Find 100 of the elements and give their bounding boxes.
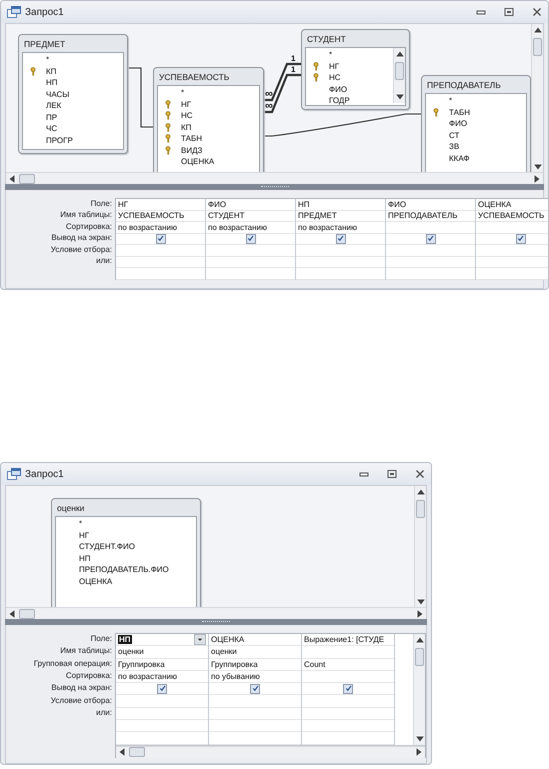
scroll-up-icon[interactable] xyxy=(533,25,543,35)
field-name[interactable]: * xyxy=(76,519,82,528)
grid-cell[interactable]: ФИО xyxy=(206,199,295,210)
grid-cell[interactable]: ОЦЕНКА xyxy=(476,199,548,210)
field-name[interactable]: СТ xyxy=(446,130,460,140)
field-name[interactable]: КП xyxy=(178,122,192,132)
scrollbar-thumb[interactable] xyxy=(416,500,425,518)
grid-cell[interactable] xyxy=(302,683,394,696)
grid-cell[interactable]: НП xyxy=(296,199,385,210)
field-name[interactable]: ЧАСЫ xyxy=(43,90,70,99)
field-name[interactable]: КП xyxy=(43,66,56,76)
grid-cell[interactable]: ПРЕДМЕТ xyxy=(296,210,385,222)
grid-cell[interactable]: ОЦЕНКА xyxy=(209,634,301,646)
field-name[interactable]: ЧС xyxy=(43,124,58,134)
grid-cell[interactable] xyxy=(476,234,548,245)
grid-cell[interactable] xyxy=(116,683,208,696)
grid-cell[interactable]: по возрастанию xyxy=(206,222,295,234)
grid-cell[interactable] xyxy=(386,234,475,245)
grid-cell[interactable] xyxy=(116,234,205,245)
grid-cell[interactable]: Count xyxy=(302,658,394,671)
vertical-scrollbar[interactable] xyxy=(413,634,425,745)
grid-cell[interactable]: НГ xyxy=(116,199,205,210)
field-name[interactable]: НС xyxy=(178,111,193,120)
scrollbar-thumb[interactable] xyxy=(129,747,145,758)
checkbox[interactable] xyxy=(336,234,346,244)
field-name[interactable]: ОЦЕНКА xyxy=(178,157,214,166)
field-name[interactable]: НГ xyxy=(178,100,192,109)
grid-cell[interactable] xyxy=(206,234,295,245)
field-name[interactable]: ГОДР xyxy=(326,96,350,105)
scroll-down-icon[interactable] xyxy=(415,734,425,744)
restore-icon[interactable] xyxy=(387,469,397,479)
grid-cell[interactable] xyxy=(209,683,301,696)
scroll-left-icon[interactable] xyxy=(117,747,127,758)
field-name[interactable]: НП xyxy=(43,78,58,88)
field-name[interactable]: НГ xyxy=(76,530,90,540)
scrollbar-thumb[interactable] xyxy=(533,38,542,56)
field-name[interactable]: ОЦЕНКА xyxy=(76,576,112,586)
field-name[interactable]: НП xyxy=(76,554,91,563)
field-name[interactable]: ВИДЗ xyxy=(178,146,202,155)
field-name[interactable]: ТАБН xyxy=(446,108,470,117)
scroll-up-icon[interactable] xyxy=(416,487,426,497)
field-name[interactable]: ПР xyxy=(43,112,58,122)
scrollbar-thumb[interactable] xyxy=(415,648,424,666)
field-name[interactable]: ПРОГР xyxy=(43,136,73,145)
table-box[interactable]: СТУДЕНТ * НГ НС ФИО ГОДР xyxy=(301,29,410,110)
restore-icon[interactable] xyxy=(504,7,514,17)
field-name[interactable]: ККАФ xyxy=(446,154,470,163)
field-name[interactable]: СТУДЕНТ.ФИО xyxy=(76,542,135,552)
close-icon[interactable] xyxy=(532,7,542,17)
scroll-right-icon[interactable] xyxy=(414,747,424,758)
field-name[interactable]: ПРЕПОДАВАТЕЛЬ.ФИО xyxy=(76,565,169,574)
field-name[interactable]: * xyxy=(446,96,452,106)
checkbox[interactable] xyxy=(157,684,167,694)
grid-cell[interactable]: СТУДЕНТ xyxy=(206,210,295,222)
field-name[interactable]: ЛЕК xyxy=(43,101,62,110)
grid-cell[interactable]: УСПЕВАЕМОСТЬ xyxy=(116,210,205,222)
field-name[interactable]: НГ xyxy=(326,62,340,71)
field-name[interactable]: ТАБН xyxy=(178,134,202,144)
grid-cell[interactable]: Группировка xyxy=(209,658,301,671)
scroll-up-icon[interactable] xyxy=(415,635,425,645)
field-name[interactable]: ФИО xyxy=(446,119,468,128)
table-box[interactable]: ПРЕПОДАВАТЕЛЬ * ТАБН ФИО СТ ЗВ ККАФ xyxy=(421,75,531,172)
scrollbar-thumb[interactable] xyxy=(19,608,35,618)
field-name[interactable]: ЗВ xyxy=(446,142,460,152)
grid-cell[interactable]: ФИО xyxy=(386,199,475,210)
scrollbar-thumb[interactable] xyxy=(19,174,35,184)
grid-cell[interactable]: Группировка xyxy=(116,658,208,671)
field-name[interactable]: * xyxy=(178,88,184,98)
checkbox[interactable] xyxy=(343,684,353,694)
grid-cell[interactable]: УСПЕВАЕМОСТЬ xyxy=(476,210,548,222)
grid-cell[interactable]: по возрастанию xyxy=(116,222,205,234)
table-box[interactable]: оценки * НГ СТУДЕНТ.ФИО НП ПРЕПОДАВАТЕЛЬ.ФИО ОЦЕНКА xyxy=(51,498,201,607)
checkbox[interactable] xyxy=(250,684,260,694)
horizontal-scrollbar[interactable] xyxy=(6,172,543,184)
vertical-scrollbar[interactable] xyxy=(414,486,426,608)
table-box[interactable]: ПРЕДМЕТ * КП НП ЧАСЫ ЛЕК ПР ЧС ПРОГР xyxy=(18,34,128,154)
field-name[interactable]: * xyxy=(326,50,332,60)
scrollbar-thumb[interactable] xyxy=(395,62,404,80)
grid-cell[interactable]: по убыванию xyxy=(209,670,301,684)
field-name[interactable]: НС xyxy=(326,73,341,82)
vertical-scrollbar[interactable] xyxy=(393,48,405,103)
close-icon[interactable] xyxy=(415,469,425,479)
table-box[interactable]: УСПЕВАЕМОСТЬ * НГ НС КП ТАБН ВИДЗ ОЦЕНКА xyxy=(153,67,264,172)
checkbox[interactable] xyxy=(516,234,526,244)
checkbox[interactable] xyxy=(156,234,166,244)
grid-cell[interactable]: оценки xyxy=(209,646,301,659)
horizontal-scrollbar[interactable] xyxy=(6,607,426,619)
field-name[interactable]: * xyxy=(43,55,50,64)
grid-cell[interactable]: оценки xyxy=(116,646,208,659)
scroll-down-icon[interactable] xyxy=(395,92,405,102)
scroll-up-icon[interactable] xyxy=(395,49,405,59)
grid-cell[interactable]: ПРЕПОДАВАТЕЛЬ xyxy=(386,210,475,222)
grid-cell[interactable]: по возрастанию xyxy=(116,670,208,684)
grid-cell[interactable] xyxy=(296,234,385,245)
vertical-scrollbar[interactable] xyxy=(531,24,543,173)
grid-cell[interactable]: Выражение1: [СТУДЕ xyxy=(302,634,394,646)
grid-cell[interactable]: по возрастанию xyxy=(296,222,385,234)
field-name[interactable]: ФИО xyxy=(326,84,348,94)
checkbox[interactable] xyxy=(246,234,256,244)
horizontal-scrollbar[interactable] xyxy=(116,746,425,758)
